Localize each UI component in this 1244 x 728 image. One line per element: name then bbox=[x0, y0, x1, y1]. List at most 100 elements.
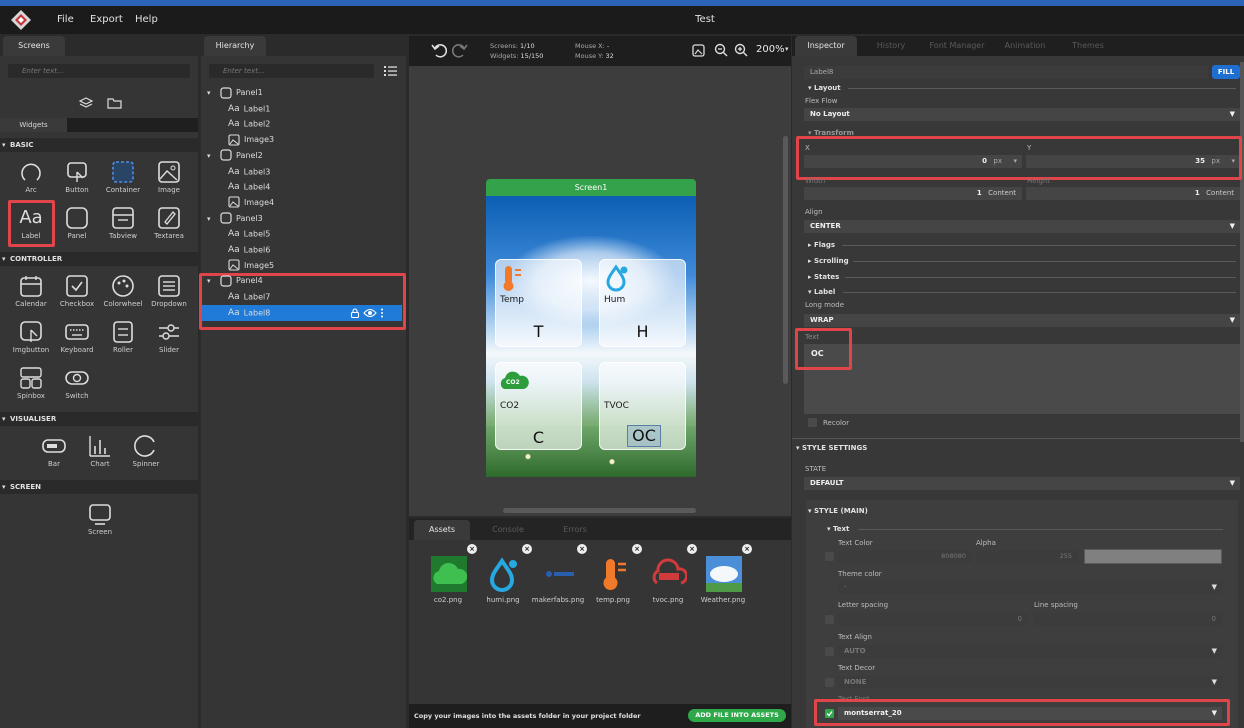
folder-icon[interactable] bbox=[107, 97, 122, 109]
tree-image-row[interactable]: Image4 bbox=[228, 195, 274, 211]
state-select[interactable]: DEFAULT ▼ bbox=[804, 477, 1240, 490]
label-section[interactable]: ▾ Label bbox=[808, 288, 835, 296]
tab-errors[interactable]: Errors bbox=[549, 520, 601, 540]
width-input[interactable]: 1 Content bbox=[804, 187, 1022, 200]
tab-assets[interactable]: Assets bbox=[414, 520, 470, 540]
object-name-field[interactable]: Label8 bbox=[804, 66, 1208, 79]
tree-label-row[interactable]: Aa Label8 bbox=[228, 305, 270, 321]
asset-humi[interactable]: × humi.png bbox=[478, 544, 532, 626]
text-textarea[interactable]: OC bbox=[804, 344, 1240, 414]
tree-image-row[interactable]: Image5 bbox=[228, 258, 274, 274]
widget-colorwheel[interactable]: Colorwheel bbox=[100, 270, 146, 316]
flex-flow-select[interactable]: No Layout ▼ bbox=[804, 108, 1240, 121]
tree-label-row[interactable]: Aa Label3 bbox=[228, 164, 270, 180]
tab-hierarchy[interactable]: Hierarchy bbox=[204, 36, 266, 56]
add-screen-icon[interactable] bbox=[78, 96, 94, 110]
remove-asset-icon[interactable]: × bbox=[577, 544, 587, 554]
card-tvoc[interactable]: TVOC OC bbox=[599, 362, 686, 450]
add-file-button[interactable]: ADD FILE INTO ASSETS bbox=[688, 709, 786, 722]
layout-section[interactable]: ▾ Layout bbox=[808, 84, 841, 92]
tree-label-row[interactable]: Aa Label5 bbox=[228, 226, 270, 242]
alpha-input[interactable]: 255 bbox=[976, 550, 1078, 563]
section-visualiser[interactable]: VISUALISER bbox=[0, 412, 198, 426]
widget-spinbox[interactable]: Spinbox bbox=[8, 362, 54, 408]
remove-asset-icon[interactable]: × bbox=[522, 544, 532, 554]
tab-font-manager[interactable]: Font Manager bbox=[922, 36, 992, 56]
widget-slider[interactable]: Slider bbox=[146, 316, 192, 362]
expand-caret-icon[interactable]: ▾ bbox=[207, 148, 211, 164]
text-decor-checkbox[interactable] bbox=[825, 678, 834, 687]
widget-bar[interactable]: Bar bbox=[31, 430, 77, 476]
asset-tvoc[interactable]: × tvoc.png bbox=[643, 544, 697, 626]
zoom-in-icon[interactable] bbox=[734, 43, 748, 57]
expand-caret-icon[interactable]: ▾ bbox=[207, 85, 211, 101]
section-screen[interactable]: SCREEN bbox=[0, 480, 198, 494]
text-color-swatch[interactable] bbox=[1084, 549, 1222, 564]
tree-panel-row[interactable]: ▾ Panel3 bbox=[207, 211, 263, 227]
more-vertical-icon[interactable] bbox=[380, 308, 384, 318]
widget-arc[interactable]: Arc bbox=[8, 156, 54, 202]
text-decor-select[interactable]: NONE ▼ bbox=[838, 676, 1222, 689]
section-basic[interactable]: BASIC bbox=[0, 138, 198, 152]
screen-title-bar[interactable]: Screen1 bbox=[486, 179, 696, 196]
style-main-section[interactable]: ▾ STYLE (MAIN) bbox=[808, 507, 868, 515]
card-temp[interactable]: Temp T bbox=[495, 259, 582, 347]
letter-spacing-input[interactable]: 0 bbox=[838, 613, 1028, 626]
fill-button[interactable]: FILL bbox=[1212, 65, 1240, 79]
widget-switch[interactable]: Switch bbox=[54, 362, 100, 408]
widget-roller[interactable]: Roller bbox=[100, 316, 146, 362]
tab-animation[interactable]: Animation bbox=[996, 36, 1054, 56]
tree-label-row[interactable]: Aa Label4 bbox=[228, 179, 270, 195]
tree-panel-row[interactable]: ▾ Panel4 bbox=[207, 273, 263, 289]
text-align-checkbox[interactable] bbox=[825, 647, 834, 656]
card-hum[interactable]: Hum H bbox=[599, 259, 686, 347]
line-spacing-input[interactable]: 0 bbox=[1034, 613, 1222, 626]
lock-icon[interactable] bbox=[350, 308, 360, 318]
remove-asset-icon[interactable]: × bbox=[632, 544, 642, 554]
widget-button[interactable]: Button bbox=[54, 156, 100, 202]
remove-asset-icon[interactable]: × bbox=[742, 544, 752, 554]
section-controller[interactable]: CONTROLLER bbox=[0, 252, 198, 266]
screens-search-input[interactable]: Enter text... bbox=[8, 64, 190, 78]
undo-icon[interactable] bbox=[431, 42, 447, 58]
letter-spacing-checkbox[interactable] bbox=[825, 615, 834, 624]
tab-widgets[interactable]: Widgets bbox=[0, 118, 67, 132]
tree-panel-row[interactable]: ▾ Panel1 bbox=[207, 85, 263, 101]
tab-themes[interactable]: Themes bbox=[1060, 36, 1116, 56]
zoom-out-icon[interactable] bbox=[714, 43, 728, 57]
redo-icon[interactable] bbox=[452, 42, 468, 58]
tree-label-row[interactable]: Aa Label2 bbox=[228, 116, 270, 132]
card-value-selected[interactable]: OC bbox=[627, 425, 661, 447]
tree-image-row[interactable]: Image3 bbox=[228, 132, 274, 148]
hierarchy-search-input[interactable]: Enter text... bbox=[209, 64, 374, 78]
widget-dropdown[interactable]: Dropdown bbox=[146, 270, 192, 316]
scrolling-section[interactable]: ▸ Scrolling bbox=[808, 257, 849, 265]
recolor-checkbox[interactable] bbox=[808, 418, 817, 427]
text-color-checkbox[interactable] bbox=[825, 552, 834, 561]
canvas-vscrollbar[interactable] bbox=[783, 136, 788, 384]
widget-screen[interactable]: Screen bbox=[77, 498, 123, 544]
zoom-dropdown-icon[interactable]: ▾ bbox=[785, 45, 789, 53]
widget-spinner[interactable]: Spinner bbox=[123, 430, 169, 476]
tree-label-row[interactable]: Aa Label6 bbox=[228, 242, 270, 258]
align-select[interactable]: CENTER ▼ bbox=[804, 220, 1240, 233]
asset-temp[interactable]: × temp.png bbox=[588, 544, 642, 626]
card-co2[interactable]: CO2 CO2 C bbox=[495, 362, 582, 450]
remove-asset-icon[interactable]: × bbox=[467, 544, 477, 554]
widget-checkbox[interactable]: Checkbox bbox=[54, 270, 100, 316]
widget-container[interactable]: Container bbox=[100, 156, 146, 202]
long-mode-select[interactable]: WRAP ▼ bbox=[804, 314, 1240, 327]
list-view-icon[interactable] bbox=[384, 65, 397, 77]
tree-label-row[interactable]: Aa Label7 bbox=[228, 289, 270, 305]
widget-chart[interactable]: Chart bbox=[77, 430, 123, 476]
tab-console[interactable]: Console bbox=[475, 520, 541, 540]
widget-tabview[interactable]: Tabview bbox=[100, 202, 146, 248]
remove-asset-icon[interactable]: × bbox=[687, 544, 697, 554]
widget-keyboard[interactable]: Keyboard bbox=[54, 316, 100, 362]
asset-weather[interactable]: × Weather.png bbox=[698, 544, 752, 626]
tab-inspector[interactable]: Inspector bbox=[795, 36, 857, 56]
zoom-level[interactable]: 200% bbox=[756, 44, 785, 55]
text-align-select[interactable]: AUTO ▼ bbox=[838, 645, 1222, 658]
style-settings-section[interactable]: ▾ STYLE SETTINGS bbox=[796, 444, 867, 452]
text-style-section[interactable]: ▾ Text bbox=[827, 525, 849, 533]
